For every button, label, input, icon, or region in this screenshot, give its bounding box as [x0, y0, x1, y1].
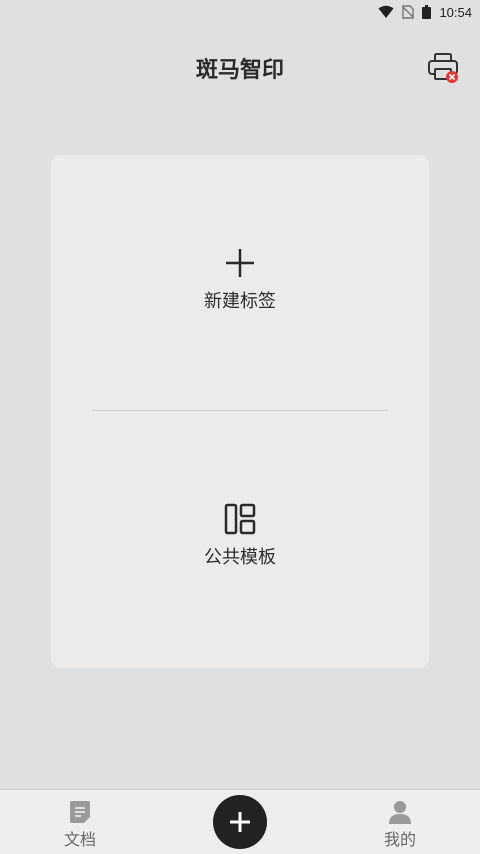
add-fab-button[interactable]: [213, 795, 267, 849]
template-grid-icon: [224, 503, 256, 535]
page-title: 斑马智印: [195, 58, 284, 83]
status-time: 10:54: [439, 4, 472, 20]
public-templates-button[interactable]: 公共模板: [51, 503, 429, 569]
nav-item-documents[interactable]: 文档: [40, 800, 120, 850]
no-sim-icon: [402, 5, 415, 19]
main-card: 新建标签 公共模板: [51, 155, 429, 668]
app-header: 斑马智印: [0, 40, 480, 96]
printer-connection-button[interactable]: [426, 50, 462, 86]
status-bar: 10:54: [0, 0, 480, 24]
printer-disconnected-icon: [428, 53, 458, 83]
bottom-nav: 文档 我的: [0, 789, 480, 854]
plus-icon: [226, 249, 254, 277]
nav-label-mine: 我的: [383, 830, 416, 849]
new-label-text: 新建标签: [204, 291, 276, 312]
new-label-button[interactable]: 新建标签: [51, 247, 429, 313]
divider: [92, 410, 388, 411]
person-icon: [389, 801, 411, 824]
document-icon: [70, 801, 90, 823]
nav-item-mine[interactable]: 我的: [360, 800, 440, 850]
battery-icon: [422, 5, 432, 19]
public-templates-text: 公共模板: [204, 547, 276, 568]
wifi-icon: [378, 5, 394, 18]
nav-label-documents: 文档: [63, 830, 96, 849]
plus-icon: [230, 812, 250, 832]
